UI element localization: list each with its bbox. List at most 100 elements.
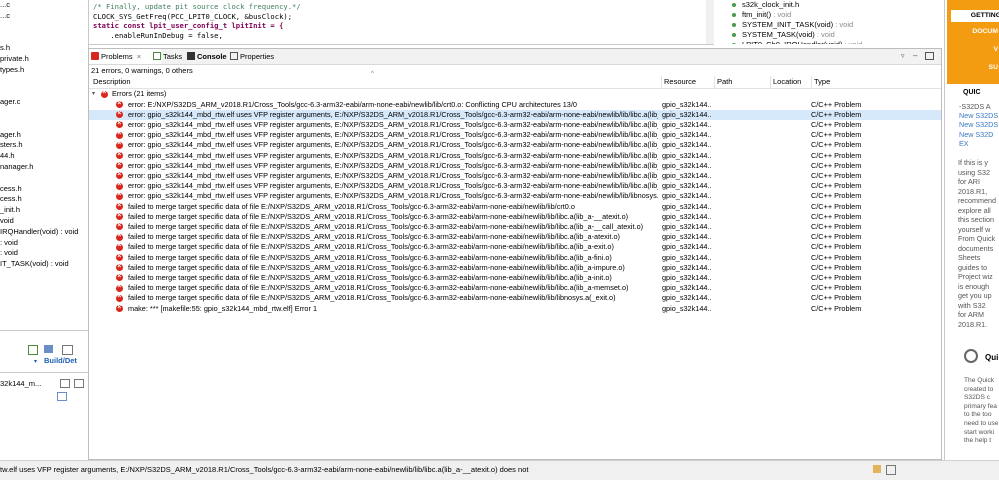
build-label[interactable]: Build/Det <box>44 356 77 365</box>
expand-icon[interactable] <box>28 345 38 355</box>
tree-item[interactable]: ager.h <box>0 130 88 141</box>
tree-item[interactable]: IT_TASK(void) : void <box>0 259 88 270</box>
column-location[interactable]: Location <box>770 76 811 88</box>
outline-item[interactable]: SYSTEM_INIT_TASK(void) : void <box>720 20 940 30</box>
error-group[interactable]: ▾ Errors (21 items) <box>89 88 941 99</box>
row-resource: gpio_s32k144... <box>662 191 712 201</box>
outline-item[interactable]: ftm_init() : void <box>720 10 940 20</box>
status-message: tw.elf uses VFP register arguments, E:/N… <box>0 465 529 474</box>
row-description: failed to merge target specific data of … <box>128 293 616 303</box>
close-icon[interactable]: × <box>137 52 141 61</box>
tree-item[interactable]: ager.c <box>0 97 88 108</box>
row-type: C/C++ Problem <box>811 150 862 160</box>
tree-item[interactable]: ...c <box>0 11 88 22</box>
tree-item[interactable] <box>0 86 88 97</box>
table-row[interactable]: failed to merge target specific data of … <box>89 241 941 252</box>
table-row[interactable]: error: gpio_s32k144_mbd_rtw.elf uses VFP… <box>89 160 941 171</box>
column-path[interactable]: Path <box>714 76 770 88</box>
table-row[interactable]: error: E:/NXP/S32DS_ARM_v2018.R1/Cross_T… <box>89 99 941 110</box>
collapse-icon[interactable]: ▾ <box>92 89 95 99</box>
table-row[interactable]: failed to merge target specific data of … <box>89 282 941 293</box>
outline-item[interactable]: SYSTEM_TASK(void) : void <box>720 30 940 40</box>
row-description: failed to merge target specific data of … <box>128 242 614 252</box>
tree-item[interactable]: types.h <box>0 65 88 76</box>
tree-item[interactable]: : void <box>0 238 88 249</box>
row-description: error: gpio_s32k144_mbd_rtw.elf uses VFP… <box>128 160 658 170</box>
tree-item[interactable] <box>0 22 88 33</box>
tree-item[interactable]: cess.h <box>0 184 88 195</box>
tree-item[interactable]: cess.h <box>0 194 88 205</box>
minimize-icon[interactable] <box>62 345 73 355</box>
tree-item[interactable] <box>0 32 88 43</box>
tree-item[interactable]: s.h <box>0 43 88 54</box>
row-type: C/C++ Problem <box>811 99 862 109</box>
table-row[interactable]: error: gpio_s32k144_mbd_rtw.elf uses VFP… <box>89 150 941 161</box>
table-row[interactable]: error: gpio_s32k144_mbd_rtw.elf uses VFP… <box>89 190 941 201</box>
help-text: yourself w <box>958 224 991 234</box>
tree-item[interactable] <box>0 119 88 130</box>
column-description[interactable]: Description <box>91 76 661 88</box>
help-link[interactable]: -S32DS A <box>959 102 991 111</box>
column-resource[interactable]: Resource <box>661 76 714 88</box>
help-link[interactable]: EX <box>959 139 969 148</box>
help-link[interactable]: New S32DS A <box>959 111 999 120</box>
view-menu-icon[interactable] <box>44 345 53 353</box>
tree-item[interactable] <box>0 173 88 184</box>
table-row[interactable]: make: *** [makefile:55: gpio_s32k144_mbd… <box>89 303 941 314</box>
row-type: C/C++ Problem <box>811 272 862 282</box>
window-icon[interactable] <box>60 379 70 388</box>
table-row[interactable]: error: gpio_s32k144_mbd_rtw.elf uses VFP… <box>89 139 941 150</box>
minimize-icon[interactable]: – <box>913 51 917 60</box>
tree-item[interactable]: _init.h <box>0 205 88 216</box>
console-item[interactable]: 32k144_m... <box>0 379 41 388</box>
column-type[interactable]: Type <box>811 76 869 88</box>
row-type: C/C++ Problem <box>811 191 862 201</box>
tree-item[interactable]: nanager.h <box>0 162 88 173</box>
tree-item[interactable] <box>0 108 88 119</box>
table-row[interactable]: error: gpio_s32k144_mbd_rtw.elf uses VFP… <box>89 109 941 120</box>
tree-item[interactable]: : void <box>0 248 88 259</box>
tree-item[interactable]: void <box>0 216 88 227</box>
editor-scrollbar[interactable] <box>706 0 714 44</box>
status-icon[interactable] <box>873 465 881 473</box>
table-row[interactable]: failed to merge target specific data of … <box>89 252 941 263</box>
tree-item[interactable]: 44.h <box>0 151 88 162</box>
table-row[interactable]: failed to merge target specific data of … <box>89 211 941 222</box>
collapse-icon[interactable] <box>57 392 67 401</box>
table-row[interactable]: failed to merge target specific data of … <box>89 221 941 232</box>
tree-item[interactable]: ...c <box>0 0 88 11</box>
chevron-down-icon[interactable]: ▾ <box>34 358 37 365</box>
row-type: C/C++ Problem <box>811 262 862 272</box>
table-row[interactable]: error: gpio_s32k144_mbd_rtw.elf uses VFP… <box>89 180 941 191</box>
maximize-icon[interactable] <box>925 52 934 60</box>
table-row[interactable]: failed to merge target specific data of … <box>89 231 941 242</box>
outline-item[interactable]: LPIT0_Ch0_IRQHandler(void) : void <box>720 40 940 44</box>
tab-properties[interactable]: Properties <box>228 49 274 64</box>
table-row[interactable]: failed to merge target specific data of … <box>89 292 941 303</box>
help-link[interactable]: New S32DS <box>959 120 998 129</box>
tree-item[interactable]: private.h <box>0 54 88 65</box>
help-text: to the too <box>964 411 992 419</box>
status-bar: tw.elf uses VFP register arguments, E:/N… <box>0 460 999 480</box>
table-row[interactable]: failed to merge target specific data of … <box>89 262 941 273</box>
tree-item[interactable]: IRQHandler(void) : void <box>0 227 88 238</box>
view-menu-icon[interactable]: ▿ <box>901 52 905 60</box>
getting-started-tab[interactable]: GETTING <box>951 10 999 22</box>
table-row[interactable]: error: gpio_s32k144_mbd_rtw.elf uses VFP… <box>89 170 941 181</box>
function-icon <box>732 23 736 27</box>
tree-item[interactable] <box>0 76 88 87</box>
table-row[interactable]: error: gpio_s32k144_mbd_rtw.elf uses VFP… <box>89 129 941 140</box>
error-icon <box>116 170 123 180</box>
outline-item[interactable]: s32k_clock_init.h <box>720 0 940 10</box>
tree-item[interactable]: sters.h <box>0 140 88 151</box>
tab-tasks[interactable]: Tasks <box>151 49 182 64</box>
maximize-icon[interactable] <box>74 379 84 388</box>
table-row[interactable]: error: gpio_s32k144_mbd_rtw.elf uses VFP… <box>89 119 941 130</box>
help-link[interactable]: New S32D <box>959 130 993 139</box>
progress-icon[interactable] <box>886 465 896 475</box>
row-description: failed to merge target specific data of … <box>128 211 629 221</box>
table-row[interactable]: failed to merge target specific data of … <box>89 201 941 212</box>
code-editor[interactable]: /* Finally, update pit source clock freq… <box>89 0 714 45</box>
tab-console[interactable]: Console <box>185 49 227 64</box>
table-row[interactable]: failed to merge target specific data of … <box>89 272 941 283</box>
